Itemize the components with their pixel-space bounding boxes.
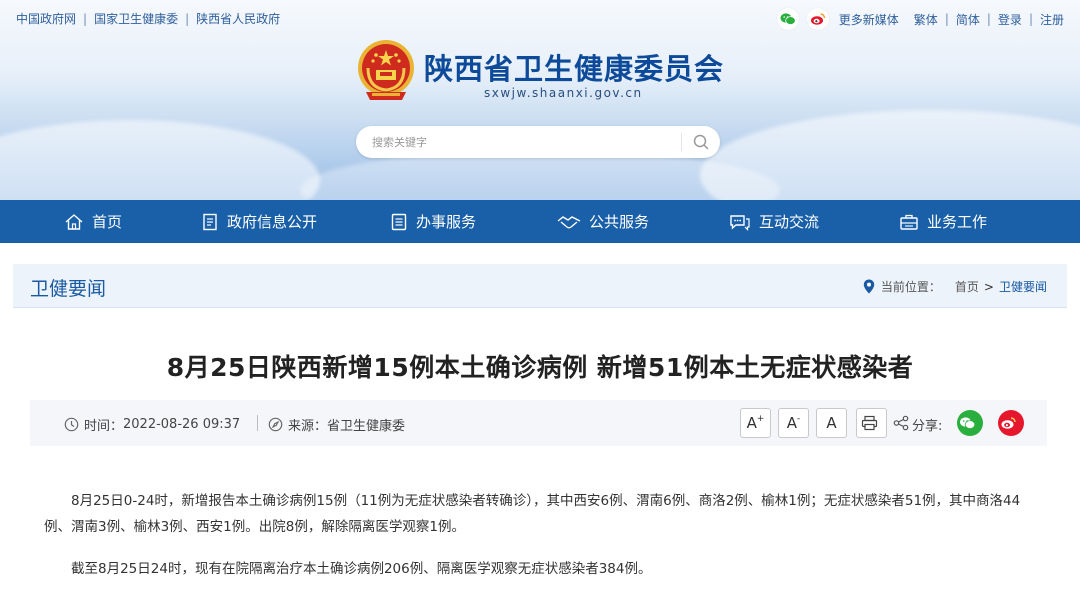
share-icon bbox=[893, 415, 909, 431]
nav-label: 互动交流 bbox=[759, 213, 820, 231]
source-label: 来源： bbox=[288, 419, 328, 434]
article-body: 8月25日0-24时，新增报告本土确诊病例15例（11例为无症状感染者转确诊），… bbox=[44, 488, 1044, 592]
share-wechat-button[interactable] bbox=[957, 410, 983, 436]
divider: | bbox=[1028, 12, 1033, 26]
nav-label: 公共服务 bbox=[589, 213, 650, 231]
source-value: 省卫生健康委 bbox=[327, 419, 406, 434]
nav-item-services[interactable]: 办事服务 bbox=[390, 200, 476, 243]
print-button[interactable] bbox=[856, 408, 887, 438]
nav-label: 政府信息公开 bbox=[227, 213, 318, 231]
national-emblem-icon bbox=[358, 40, 414, 100]
chat-icon bbox=[730, 214, 750, 231]
nav-item-gov-info[interactable]: 政府信息公开 bbox=[201, 200, 317, 243]
login-link[interactable]: 登录 bbox=[998, 11, 1022, 28]
search-box bbox=[356, 126, 720, 158]
breadcrumb-current[interactable]: 卫健要闻 bbox=[999, 278, 1047, 295]
article-paragraph: 8月25日0-24时，新增报告本土确诊病例15例（11例为无症状感染者转确诊），… bbox=[44, 493, 1021, 535]
home-icon bbox=[65, 213, 83, 230]
search-input[interactable] bbox=[372, 133, 672, 151]
briefcase-icon bbox=[900, 214, 918, 230]
divider: | bbox=[185, 11, 190, 26]
publish-time: 时间： 2022-08-26 09:37 bbox=[64, 415, 240, 434]
simplified-link[interactable]: 简体 bbox=[956, 11, 980, 28]
search-icon[interactable] bbox=[691, 132, 711, 152]
nav-item-interaction[interactable]: 互动交流 bbox=[729, 200, 819, 243]
nav-item-home[interactable]: 首页 bbox=[64, 200, 122, 243]
nav-label: 业务工作 bbox=[927, 213, 988, 231]
compass-icon bbox=[268, 417, 283, 432]
top-link-nhc[interactable]: 国家卫生健康委 bbox=[94, 10, 178, 27]
nav-item-business[interactable]: 业务工作 bbox=[899, 200, 987, 243]
wechat-icon bbox=[960, 417, 976, 430]
section-title: 卫健要闻 bbox=[30, 278, 107, 300]
document-icon bbox=[203, 213, 217, 230]
weibo-icon[interactable] bbox=[806, 8, 829, 30]
time-label: 时间： bbox=[84, 419, 124, 434]
location-pin-icon bbox=[863, 279, 875, 294]
article-source: 来源： 省卫生健康委 bbox=[268, 415, 405, 434]
breadcrumb: 当前位置： 首页 > 卫健要闻 bbox=[863, 278, 1047, 295]
site-header: 中国政府网 | 国家卫生健康委 | 陕西省人民政府 更多新媒体 繁体 | 简体 … bbox=[0, 0, 1080, 200]
divider: | bbox=[83, 11, 88, 26]
article-title: 8月25日陕西新增15例本土确诊病例 新增51例本土无症状感染者 bbox=[166, 353, 914, 382]
traditional-link[interactable]: 繁体 bbox=[914, 11, 938, 28]
breadcrumb-label: 当前位置： bbox=[880, 280, 941, 294]
font-smaller-button[interactable]: A- bbox=[778, 408, 809, 438]
breadcrumb-separator: > bbox=[983, 279, 994, 294]
weibo-icon bbox=[1001, 417, 1016, 429]
share-label: 分享: bbox=[912, 419, 943, 434]
printer-icon bbox=[861, 415, 877, 431]
top-right-links: 更多新媒体 繁体 | 简体 | 登录 | 注册 bbox=[776, 8, 1064, 30]
divider: | bbox=[944, 12, 949, 26]
cloud-decoration bbox=[0, 120, 320, 200]
breadcrumb-home[interactable]: 首页 bbox=[955, 278, 979, 295]
site-title: 陕西省卫生健康委员会 bbox=[424, 52, 725, 86]
more-media-link[interactable]: 更多新媒体 bbox=[839, 11, 899, 28]
article-paragraph: 截至8月25日24时，现有在院隔离治疗本土确诊病例206例、隔离医学观察无症状感… bbox=[71, 561, 652, 577]
handshake-icon bbox=[557, 215, 581, 228]
font-normal-button[interactable]: A bbox=[816, 408, 847, 438]
register-link[interactable]: 注册 bbox=[1040, 11, 1064, 28]
top-links: 中国政府网 | 国家卫生健康委 | 陕西省人民政府 bbox=[16, 10, 280, 27]
list-icon bbox=[391, 213, 407, 230]
nav-item-public-service[interactable]: 公共服务 bbox=[557, 200, 649, 243]
font-larger-button[interactable]: A + bbox=[740, 408, 771, 438]
divider bbox=[681, 133, 682, 151]
site-domain: sxwjw.shaanxi.gov.cn bbox=[484, 86, 643, 100]
top-link-shaanxi[interactable]: 陕西省人民政府 bbox=[196, 10, 280, 27]
share-weibo-button[interactable] bbox=[998, 410, 1024, 436]
divider: | bbox=[986, 12, 991, 26]
nav-label: 首页 bbox=[92, 213, 123, 231]
section-bar: 卫健要闻 当前位置： 首页 > 卫健要闻 bbox=[13, 264, 1067, 308]
time-value: 2022-08-26 09:37 bbox=[123, 417, 241, 432]
wechat-icon[interactable] bbox=[776, 8, 799, 30]
top-link-gov[interactable]: 中国政府网 bbox=[16, 10, 76, 27]
clock-icon bbox=[64, 417, 79, 432]
nav-label: 办事服务 bbox=[416, 213, 477, 231]
divider bbox=[257, 415, 258, 431]
article-meta-bar: 时间： 2022-08-26 09:37 来源： 省卫生健康委 A + A- A … bbox=[30, 400, 1047, 446]
main-nav: 首页 政府信息公开 办事服务 公共服务 互动交流 业务工作 bbox=[0, 200, 1080, 243]
